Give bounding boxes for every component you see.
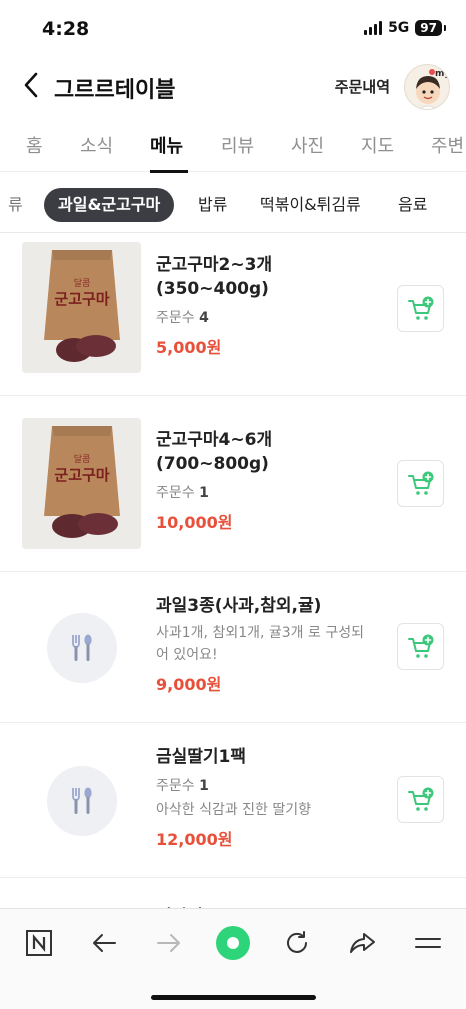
naver-home-button[interactable]	[19, 923, 59, 963]
back-arrow-icon	[93, 934, 116, 952]
svg-text:군고구마: 군고구마	[54, 466, 109, 484]
order-count: 주문수 4	[156, 310, 209, 326]
menu-button[interactable]	[408, 923, 448, 963]
item-price: 12,000원	[156, 830, 233, 849]
product-image: 달콤 군고구마	[22, 418, 141, 549]
item-description: 사과1개, 참외1개, 귤3개 로 구성되 어 있어요!	[156, 625, 364, 663]
menu-icon	[415, 938, 441, 948]
add-to-cart-button[interactable]	[397, 460, 444, 507]
menu-item[interactable]: 달콤 군고구마 군고구마4~6개 (700~800g) 주문수 1 10,000…	[0, 396, 466, 572]
status-indicators: 5G 97	[364, 20, 446, 36]
refresh-icon	[287, 931, 307, 953]
menu-item[interactable]: 과일3종(사과,참외,귤) 사과1개, 참외1개, 귤3개 로 구성되 어 있어요…	[0, 572, 466, 723]
store-title: 그르르테이블	[54, 78, 176, 103]
browser-back-button[interactable]	[84, 923, 124, 963]
chip-tteokbokki-fried[interactable]: 떡볶이&튀김류	[260, 188, 361, 222]
item-price: 5,000원	[156, 338, 222, 357]
svg-text:달콤: 달콤	[74, 453, 91, 465]
home-indicator	[151, 995, 316, 1000]
refresh-button[interactable]	[277, 923, 317, 963]
avatar[interactable]: my	[404, 64, 450, 110]
status-bar: 4:28 5G 97	[0, 0, 466, 60]
item-name-sub: (350~400g)	[156, 279, 269, 299]
menu-item[interactable]: 달콤 군고구마 군고구마2~3개 (350~400g) 주문수 4 5,000원	[0, 233, 466, 396]
share-button[interactable]	[342, 923, 382, 963]
add-to-cart-button[interactable]	[397, 285, 444, 332]
chip-drinks[interactable]: 음료	[398, 188, 427, 222]
back-button[interactable]	[16, 70, 46, 100]
item-info: 군고구마2~3개 (350~400g) 주문수 4 5,000원	[156, 253, 376, 359]
cart-add-icon	[407, 634, 433, 658]
item-info: 군고구마4~6개 (700~800g) 주문수 1 10,000원	[156, 428, 376, 534]
svg-text:달콤: 달콤	[74, 277, 91, 289]
browser-forward-button[interactable]	[149, 923, 189, 963]
tab-news[interactable]: 소식	[80, 132, 113, 158]
chip-fruit-sweet-potato[interactable]: 과일&군고구마	[44, 188, 175, 222]
order-count: 주문수 1	[156, 778, 209, 794]
chevron-left-icon	[24, 72, 38, 98]
battery-icon: 97	[415, 20, 446, 36]
utensils-icon	[72, 787, 92, 814]
sweet-potato-bag-icon: 달콤 군고구마	[22, 242, 141, 373]
order-history-link[interactable]: 주문내역	[335, 76, 390, 97]
item-name-sub: (700~800g)	[156, 454, 269, 474]
product-image: 달콤 군고구마	[22, 242, 141, 373]
svg-text:my: my	[435, 69, 450, 79]
item-name: 군고구마2~3개	[156, 255, 273, 275]
item-info: 금실딸기1팩 주문수 1 아삭한 식감과 진한 딸기향 12,000원	[156, 745, 376, 851]
avatar-illustration-icon: my	[405, 65, 450, 109]
header: 그르르테이블 주문내역 my	[0, 60, 466, 112]
green-circle-icon	[216, 926, 250, 960]
tab-photos[interactable]: 사진	[291, 132, 324, 158]
tab-reviews[interactable]: 리뷰	[221, 132, 254, 158]
browser-toolbar	[0, 908, 466, 1009]
item-price: 9,000원	[156, 675, 222, 694]
order-count: 주문수 1	[156, 485, 209, 501]
add-to-cart-button[interactable]	[397, 776, 444, 823]
network-type: 5G	[388, 20, 410, 36]
product-image-placeholder	[47, 766, 117, 836]
active-tab-indicator	[150, 170, 188, 173]
tab-menu[interactable]: 메뉴	[150, 132, 183, 158]
utensils-icon	[72, 634, 92, 661]
category-chips: 류 과일&군고구마 밥류 떡볶이&튀김류 음료	[0, 180, 466, 232]
item-name: 금실딸기1팩	[156, 747, 247, 767]
tab-map[interactable]: 지도	[361, 132, 394, 158]
item-price: 10,000원	[156, 513, 233, 532]
naver-n-icon	[26, 930, 52, 956]
cart-add-icon	[407, 787, 433, 811]
forward-arrow-icon	[157, 934, 180, 952]
green-dot-button[interactable]	[213, 923, 253, 963]
status-time: 4:28	[42, 18, 90, 40]
add-to-cart-button[interactable]	[397, 623, 444, 670]
item-info: 과일3종(사과,참외,귤) 사과1개, 참외1개, 귤3개 로 구성되 어 있어요…	[156, 594, 376, 696]
item-name: 군고구마4~6개	[156, 430, 273, 450]
tab-home[interactable]: 홈	[26, 132, 43, 158]
chip-rice[interactable]: 밥류	[198, 188, 227, 222]
product-image-placeholder	[47, 613, 117, 683]
item-name: 과일3종(사과,참외,귤)	[156, 596, 322, 616]
share-icon	[350, 933, 375, 953]
tab-nearby[interactable]: 주변	[431, 132, 464, 158]
main-tabs: 홈 소식 메뉴 리뷰 사진 지도 주변	[0, 120, 466, 173]
cart-add-icon	[407, 296, 433, 320]
svg-text:군고구마: 군고구마	[54, 290, 109, 308]
item-description: 아삭한 식감과 진한 딸기향	[156, 802, 312, 818]
menu-item[interactable]: 금실딸기1팩 주문수 1 아삭한 식감과 진한 딸기향 12,000원	[0, 723, 466, 878]
chip-prev-category[interactable]: 류	[8, 188, 23, 222]
cart-add-icon	[407, 471, 433, 495]
signal-icon	[364, 21, 383, 35]
sweet-potato-bag-icon: 달콤 군고구마	[22, 418, 141, 549]
